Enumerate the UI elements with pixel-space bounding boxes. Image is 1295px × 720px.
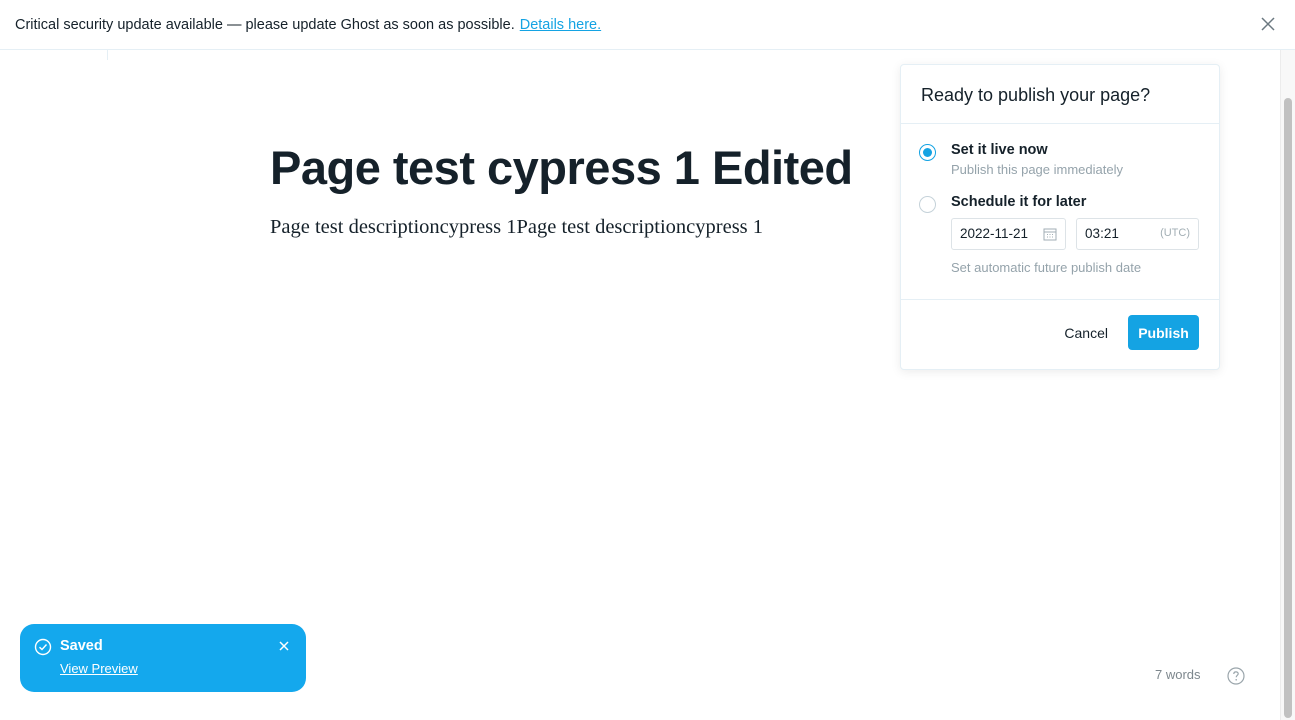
schedule-later-radio[interactable] bbox=[919, 196, 936, 213]
schedule-fields: 2022-11-21 03:21 (UTC) bbox=[951, 218, 1199, 250]
publish-options: Set it live now Publish this page immedi… bbox=[901, 124, 1219, 300]
publish-panel-heading: Ready to publish your page? bbox=[901, 65, 1219, 124]
schedule-time-value: 03:21 bbox=[1085, 226, 1119, 241]
toast-title: Saved bbox=[60, 638, 103, 654]
schedule-time-field[interactable]: 03:21 (UTC) bbox=[1076, 218, 1199, 250]
schedule-later-description: Set automatic future publish date bbox=[951, 260, 1142, 275]
page-title[interactable]: Page test cypress 1 Edited bbox=[270, 140, 853, 195]
publish-now-description: Publish this page immediately bbox=[951, 162, 1123, 177]
page-body-text[interactable]: Page test descriptioncypress 1Page test … bbox=[270, 216, 763, 239]
cancel-button[interactable]: Cancel bbox=[1064, 325, 1108, 341]
word-count: 7 words bbox=[1155, 667, 1201, 682]
banner-message: Critical security update available — ple… bbox=[15, 16, 515, 33]
publish-panel-footer: Cancel Publish bbox=[901, 300, 1219, 350]
timezone-label: (UTC) bbox=[1160, 227, 1190, 239]
view-preview-link[interactable]: View Preview bbox=[60, 661, 138, 676]
saved-notification: Saved View Preview bbox=[20, 624, 306, 692]
page-scrollbar[interactable] bbox=[1280, 50, 1295, 720]
option-schedule-later[interactable]: Schedule it for later 2022-11-21 03:21 (… bbox=[919, 194, 1199, 275]
calendar-icon bbox=[1043, 228, 1057, 241]
publish-button[interactable]: Publish bbox=[1128, 315, 1199, 350]
scrollbar-thumb[interactable] bbox=[1284, 98, 1292, 718]
schedule-date-field[interactable]: 2022-11-21 bbox=[951, 218, 1067, 250]
publish-now-label: Set it live now bbox=[951, 142, 1048, 158]
security-update-banner: Critical security update available — ple… bbox=[0, 0, 1295, 50]
schedule-date-value: 2022-11-21 bbox=[960, 226, 1029, 241]
check-circle-icon bbox=[34, 638, 52, 656]
option-publish-now[interactable]: Set it live now Publish this page immedi… bbox=[919, 142, 1199, 177]
publish-panel: Ready to publish your page? Set it live … bbox=[900, 64, 1220, 370]
banner-details-link[interactable]: Details here. bbox=[520, 17, 601, 33]
editor-divider bbox=[107, 50, 108, 60]
publish-now-radio[interactable] bbox=[919, 144, 936, 161]
close-icon[interactable] bbox=[278, 640, 290, 652]
help-icon[interactable] bbox=[1227, 667, 1245, 685]
schedule-later-label: Schedule it for later bbox=[951, 194, 1087, 210]
close-icon[interactable] bbox=[1259, 15, 1277, 33]
